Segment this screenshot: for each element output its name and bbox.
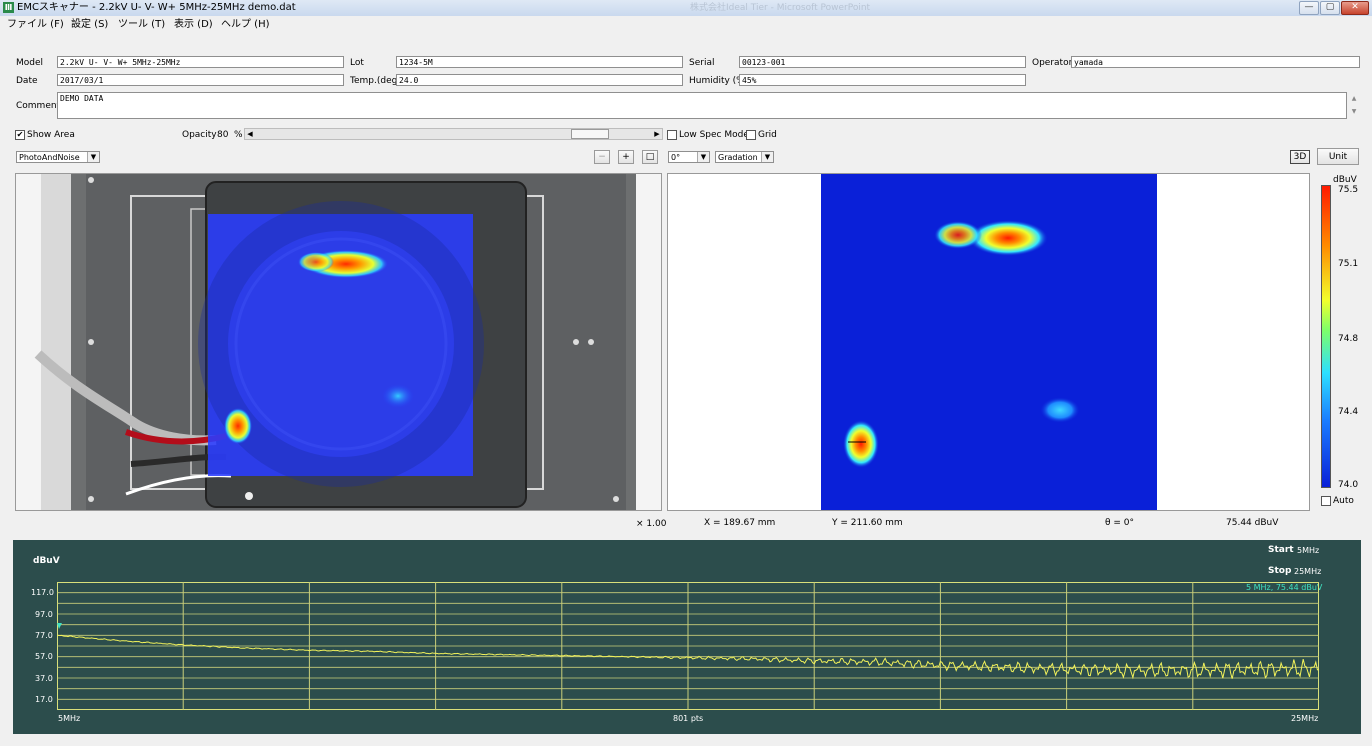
- view-mode-value: PhotoAndNoise: [19, 153, 80, 162]
- opacity-value: 80: [217, 130, 229, 140]
- 3d-button[interactable]: 3D: [1290, 150, 1310, 164]
- slider-left-arrow[interactable]: ◀: [246, 130, 254, 138]
- menu-file[interactable]: ファイル (F): [7, 18, 64, 31]
- opacity-unit: %: [234, 130, 243, 140]
- background-window-title: 株式会社Ideal Tier - Microsoft PowerPoint: [690, 3, 871, 13]
- temp-label: Temp.(deg): [350, 76, 401, 86]
- auto-scale-label: Auto: [1333, 496, 1354, 506]
- y-tick: 37.0: [35, 674, 53, 683]
- photo-noise-overlay: [16, 174, 661, 510]
- colorbar-tick: 74.4: [1338, 407, 1359, 417]
- slider-thumb[interactable]: [571, 129, 609, 139]
- x-readout: X = 189.67 mm: [704, 518, 776, 528]
- menu-settings[interactable]: 設定 (S): [71, 18, 108, 31]
- operator-field[interactable]: yamada: [1071, 56, 1360, 68]
- start-label: Start: [1268, 545, 1294, 555]
- show-area-label: Show Area: [27, 130, 75, 140]
- colorbar: [1321, 185, 1331, 488]
- show-area-checkbox[interactable]: ✔: [15, 130, 25, 140]
- menu-help[interactable]: ヘルプ (H): [221, 18, 270, 31]
- serial-label: Serial: [689, 58, 715, 68]
- y-tick: 117.0: [31, 588, 54, 597]
- date-field[interactable]: 2017/03/1: [57, 74, 344, 86]
- photo-panel[interactable]: [15, 173, 662, 511]
- lot-label: Lot: [350, 58, 364, 68]
- zoom-in-button[interactable]: +: [618, 150, 634, 164]
- color-mode-select[interactable]: Gradation ▼: [715, 151, 774, 163]
- spectrum-ylabel: dBuV: [33, 556, 60, 566]
- unit-button[interactable]: Unit: [1317, 148, 1359, 165]
- x-axis-start-label: 5MHz: [58, 714, 81, 723]
- close-button[interactable]: ✕: [1341, 1, 1369, 15]
- app-icon: Ⅲ: [3, 2, 14, 13]
- y-tick: 97.0: [35, 610, 53, 619]
- model-label: Model: [16, 58, 44, 68]
- color-mode-value: Gradation: [718, 153, 758, 162]
- window-title: EMCスキャナー - 2.2kV U- V- W+ 5MHz-25MHz dem…: [17, 2, 296, 13]
- humidity-field[interactable]: 45%: [739, 74, 1026, 86]
- colorbar-tick: 75.1: [1338, 259, 1359, 269]
- date-label: Date: [16, 76, 38, 86]
- spectrum-plot[interactable]: [57, 582, 1319, 710]
- menu-bar: ファイル (F) 設定 (S) ツール (T) 表示 (D) ヘルプ (H): [0, 16, 1372, 33]
- theta-readout: θ = 0°: [1105, 518, 1134, 528]
- x-axis-points-label: 801 pts: [673, 714, 704, 723]
- stop-value: 25MHz: [1294, 567, 1322, 576]
- y-tick: 77.0: [35, 631, 53, 640]
- minimize-button[interactable]: —: [1299, 1, 1319, 15]
- stop-label: Stop: [1268, 566, 1292, 576]
- y-readout: Y = 211.60 mm: [832, 518, 903, 528]
- temp-field[interactable]: 24.0: [396, 74, 683, 86]
- y-tick: 17.0: [35, 695, 53, 704]
- opacity-slider[interactable]: ◀ ▶: [244, 128, 663, 140]
- view-mode-select[interactable]: PhotoAndNoise ▼: [16, 151, 100, 163]
- chevron-down-icon: ▼: [761, 152, 773, 162]
- auto-scale-checkbox[interactable]: [1321, 496, 1331, 506]
- rotation-select[interactable]: 0° ▼: [668, 151, 710, 163]
- menu-view[interactable]: 表示 (D): [174, 18, 213, 31]
- chevron-down-icon: ▼: [87, 152, 99, 162]
- rotation-value: 0°: [671, 153, 681, 162]
- comment-scrollbar[interactable]: ▲ ▼: [1349, 92, 1359, 119]
- colorbar-max: 75.5: [1338, 185, 1359, 195]
- x-axis-end-label: 25MHz: [1291, 714, 1319, 723]
- noise-heatmap: [668, 174, 1309, 510]
- start-value: 5MHz: [1297, 546, 1320, 555]
- colorbar-tick: 74.8: [1338, 334, 1359, 344]
- fit-button[interactable]: □: [642, 150, 658, 164]
- low-spec-checkbox[interactable]: [667, 130, 677, 140]
- spectrum-panel[interactable]: dBuV Start 5MHz Stop 25MHz 5 MHz, 75.44 …: [13, 540, 1361, 734]
- value-readout: 75.44 dBuV: [1226, 518, 1279, 528]
- comment-field[interactable]: DEMO DATA: [57, 92, 1347, 119]
- y-tick: 57.0: [35, 652, 53, 661]
- noise-map-panel[interactable]: [667, 173, 1310, 511]
- opacity-label: Opacity: [182, 130, 217, 140]
- comment-label: Comment: [16, 101, 61, 111]
- chevron-down-icon: ▼: [697, 152, 709, 162]
- maximize-button[interactable]: ▢: [1320, 1, 1340, 15]
- grid-checkbox[interactable]: [746, 130, 756, 140]
- low-spec-label: Low Spec Mode: [679, 130, 749, 140]
- menu-tools[interactable]: ツール (T): [118, 18, 165, 31]
- grid-label: Grid: [758, 130, 777, 140]
- serial-field[interactable]: 00123-001: [739, 56, 1026, 68]
- colorbar-min: 74.0: [1338, 480, 1359, 490]
- operator-label: Operator: [1032, 58, 1073, 68]
- lot-field[interactable]: 1234-5M: [396, 56, 683, 68]
- model-field[interactable]: 2.2kV U- V- W+ 5MHz-25MHz: [57, 56, 344, 68]
- title-bar: Ⅲ EMCスキャナー - 2.2kV U- V- W+ 5MHz-25MHz d…: [0, 0, 1372, 16]
- zoom-out-button[interactable]: −: [594, 150, 610, 164]
- photo-scale-label: × 1.00: [636, 519, 667, 529]
- slider-right-arrow[interactable]: ▶: [653, 130, 661, 138]
